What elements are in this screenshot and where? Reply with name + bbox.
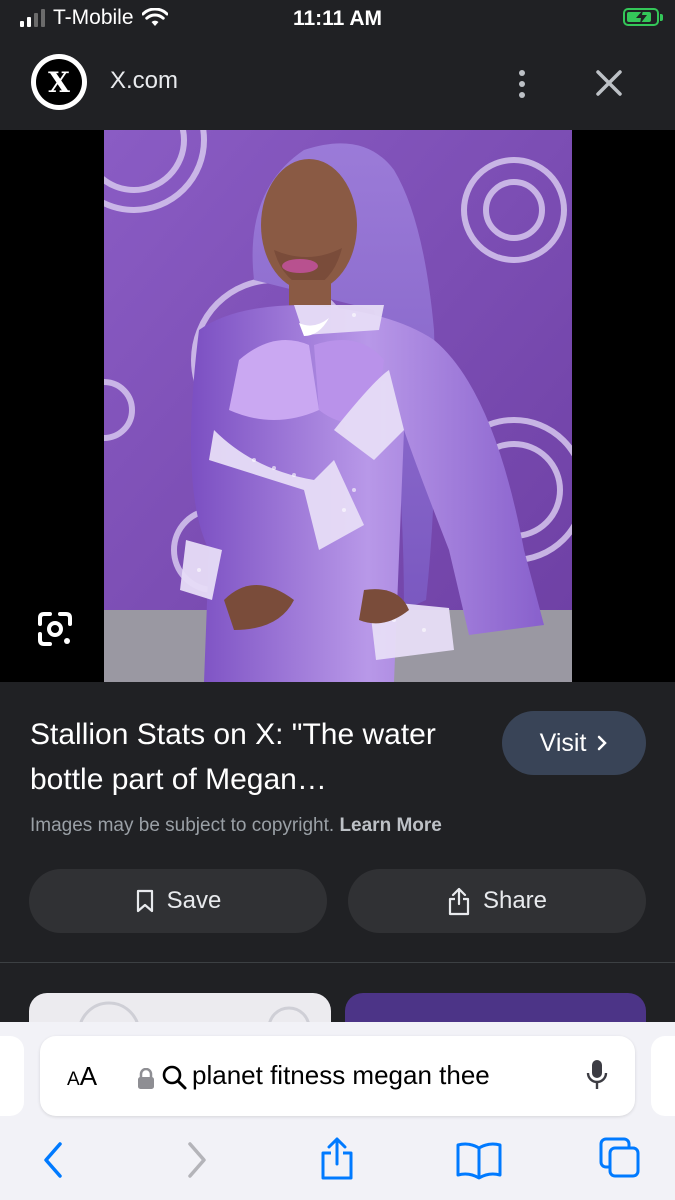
status-time: 11:11 AM xyxy=(292,7,383,30)
share-label: Share xyxy=(482,887,548,914)
lock-icon xyxy=(138,1068,154,1089)
previous-tab-preview[interactable] xyxy=(0,1036,24,1116)
chevron-right-icon xyxy=(598,735,608,751)
copyright-text: Images may be subject to copyright. xyxy=(30,815,335,836)
learn-more-link[interactable]: Learn More xyxy=(339,815,441,836)
save-label: Save xyxy=(166,887,222,914)
bookmarks-icon[interactable] xyxy=(455,1140,503,1180)
share-icon xyxy=(448,887,470,916)
url-query-text[interactable]: planet fitness megan thee xyxy=(192,1060,552,1091)
share-icon[interactable] xyxy=(318,1136,356,1182)
aa-small: A xyxy=(67,1069,80,1090)
browser-toolbar: AA planet fitness megan thee xyxy=(0,1022,675,1200)
status-bar: T-Mobile 11:11 AM xyxy=(0,0,675,40)
next-tab-preview[interactable] xyxy=(651,1036,675,1116)
image-viewer-header: X X.com xyxy=(0,40,675,130)
reader-settings-button[interactable]: AA xyxy=(67,1061,97,1092)
preview-image[interactable] xyxy=(104,130,572,682)
visit-button[interactable]: Visit xyxy=(502,711,646,775)
save-button[interactable]: Save xyxy=(29,869,327,933)
battery-charging-icon xyxy=(623,8,663,26)
microphone-icon[interactable] xyxy=(586,1058,608,1092)
more-vert-icon[interactable] xyxy=(508,64,536,104)
site-logo-letter: X xyxy=(36,59,82,105)
forward-icon[interactable] xyxy=(184,1140,210,1180)
image-preview-area xyxy=(0,130,675,682)
share-button[interactable]: Share xyxy=(348,869,646,933)
visit-label: Visit xyxy=(539,728,587,757)
address-bar[interactable]: AA planet fitness megan thee xyxy=(40,1036,635,1116)
result-title[interactable]: Stallion Stats on X: "The water bottle p… xyxy=(30,712,480,802)
close-icon[interactable] xyxy=(592,66,626,100)
copyright-notice: Images may be subject to copyright. Lear… xyxy=(30,815,442,837)
back-icon[interactable] xyxy=(40,1140,66,1180)
site-name[interactable]: X.com xyxy=(110,67,178,95)
x-logo-icon: X xyxy=(31,54,87,110)
search-icon xyxy=(162,1065,187,1090)
aa-large: A xyxy=(79,1061,98,1091)
google-lens-icon[interactable] xyxy=(34,608,76,650)
bookmark-icon xyxy=(136,889,153,913)
tabs-icon[interactable] xyxy=(598,1136,642,1180)
divider xyxy=(0,962,675,963)
